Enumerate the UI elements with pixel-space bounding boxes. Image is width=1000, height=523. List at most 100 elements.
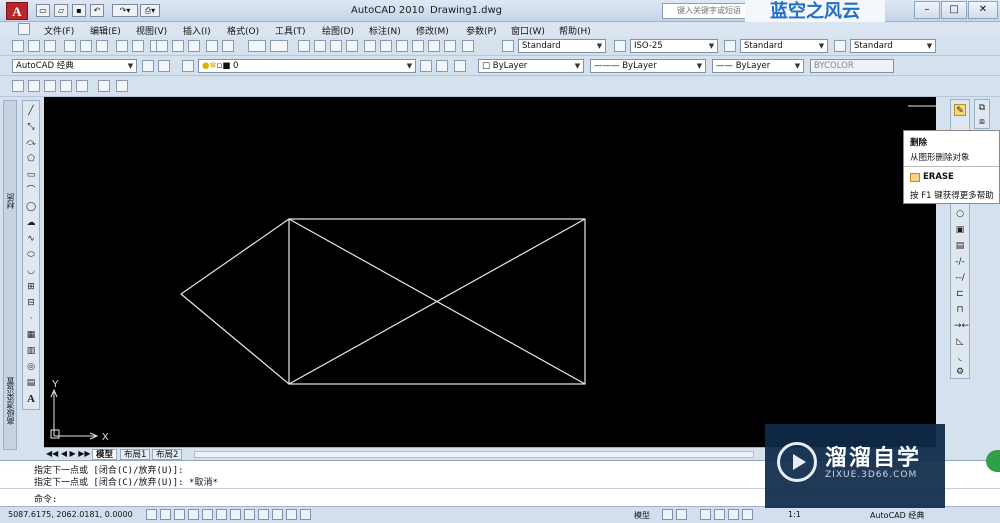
coordinate-readout[interactable]: 5087.6175, 2062.0181, 0.0000 xyxy=(8,510,133,519)
document-icon[interactable] xyxy=(18,23,30,35)
etransmit-icon[interactable] xyxy=(132,40,144,52)
make-current-icon[interactable] xyxy=(420,60,432,72)
ortho-mode-icon[interactable] xyxy=(188,509,199,520)
polar-tracking-icon[interactable] xyxy=(202,509,213,520)
tab-layout1[interactable]: 布局1 xyxy=(120,449,151,460)
render-settings-palette-tab[interactable]: 高级渲染设置 xyxy=(5,377,16,425)
plot-preview-icon[interactable] xyxy=(80,40,92,52)
maximize-button[interactable]: □ xyxy=(941,1,967,19)
copy-icon[interactable] xyxy=(172,40,184,52)
erase-icon[interactable]: ✎ xyxy=(954,104,966,116)
materials-palette-tab[interactable]: 材质 xyxy=(5,193,16,209)
polyline-icon[interactable]: ⤼ xyxy=(25,137,37,149)
horizontal-scrollbar[interactable] xyxy=(194,451,754,458)
save-icon[interactable] xyxy=(44,40,56,52)
lineweight-select[interactable]: —— ByLayer ▼ xyxy=(712,59,804,73)
dim-style-select[interactable]: ISO-25 ▼ xyxy=(630,39,718,53)
infer-constraints-icon[interactable] xyxy=(146,509,157,520)
menu-window[interactable]: 窗口(W) xyxy=(511,24,545,37)
properties-icon[interactable] xyxy=(364,40,376,52)
command-prompt[interactable]: 命令: xyxy=(34,492,57,505)
draw-order-icon[interactable]: ⧉ xyxy=(976,102,988,114)
insert-block-icon[interactable]: ⊞ xyxy=(25,281,37,293)
sheet-set-icon[interactable] xyxy=(412,40,424,52)
tab-model[interactable]: 模型 xyxy=(92,449,118,460)
dynamic-ucs-icon[interactable] xyxy=(258,509,269,520)
table-style-select[interactable]: Standard ▼ xyxy=(740,39,828,53)
stretch-icon[interactable]: ▤ xyxy=(954,240,966,252)
ellipse-arc-icon[interactable]: ◡ xyxy=(25,265,37,277)
color-select[interactable]: □ ByLayer ▼ xyxy=(478,59,584,73)
quick-view-layouts-icon[interactable] xyxy=(662,509,673,520)
circle-icon[interactable]: ◯ xyxy=(25,201,37,213)
hatch-icon[interactable]: ▦ xyxy=(25,329,37,341)
construction-line-icon[interactable]: ⤡ xyxy=(25,121,37,133)
undo-icon[interactable]: ↶ xyxy=(90,4,104,17)
named-views-icon[interactable] xyxy=(12,80,24,92)
zoom-window-icon[interactable] xyxy=(330,40,342,52)
text-style-icon[interactable] xyxy=(502,40,514,52)
drawing-canvas[interactable]: Y X xyxy=(44,97,936,447)
lineweight-toggle-icon[interactable] xyxy=(286,509,297,520)
redo-icon[interactable]: ↷▾ xyxy=(112,4,138,17)
pan-icon[interactable] xyxy=(298,40,310,52)
dim-style-icon[interactable] xyxy=(614,40,626,52)
block-editor-icon[interactable] xyxy=(222,40,234,52)
join-icon[interactable]: →← xyxy=(954,320,969,332)
autocad-logo[interactable]: A xyxy=(6,2,28,20)
break-at-point-icon[interactable]: ⊏ xyxy=(954,288,966,300)
explode-icon[interactable]: ○ xyxy=(954,208,966,220)
arc-icon[interactable]: ⌒ xyxy=(25,185,37,197)
table-icon[interactable]: ▤ xyxy=(25,377,37,389)
object-snap-icon[interactable] xyxy=(216,509,227,520)
explode-block-icon[interactable]: ⚙ xyxy=(954,366,966,378)
plot-icon[interactable] xyxy=(64,40,76,52)
layer-previous-icon[interactable] xyxy=(436,60,448,72)
table-style-icon[interactable] xyxy=(724,40,736,52)
publish-icon[interactable] xyxy=(96,40,108,52)
pan-status-icon[interactable] xyxy=(700,509,711,520)
region-icon[interactable]: ◎ xyxy=(25,361,37,373)
dynamic-input-icon[interactable] xyxy=(272,509,283,520)
menu-help[interactable]: 帮助(H) xyxy=(559,24,591,37)
help-icon[interactable] xyxy=(462,40,474,52)
plot-icon[interactable]: ⎙▾ xyxy=(140,4,160,17)
triangle-tail-lines[interactable] xyxy=(180,218,290,385)
steering-wheel-icon[interactable] xyxy=(728,509,739,520)
bring-front-icon[interactable]: ⧈ xyxy=(976,116,988,128)
showmotion-icon[interactable] xyxy=(742,509,753,520)
break-icon[interactable]: ⊓ xyxy=(954,304,966,316)
menu-modify[interactable]: 修改(M) xyxy=(416,24,449,37)
quickcalc-icon[interactable] xyxy=(444,40,456,52)
match-properties-icon[interactable] xyxy=(206,40,218,52)
tab-layout2[interactable]: 布局2 xyxy=(152,449,183,460)
object-snap-tracking-icon[interactable] xyxy=(244,509,255,520)
redo-icon[interactable] xyxy=(270,40,288,52)
minimize-button[interactable]: – xyxy=(914,1,940,19)
save-icon[interactable]: ▪ xyxy=(72,4,86,17)
multileader-style-select[interactable]: Standard ▼ xyxy=(850,39,936,53)
customize-icon[interactable] xyxy=(158,60,170,72)
menu-format[interactable]: 格式(O) xyxy=(227,24,259,37)
rectangle-icon[interactable]: ▭ xyxy=(25,169,37,181)
cube-view-icon[interactable] xyxy=(98,80,110,92)
spline-icon[interactable]: ∿ xyxy=(25,233,37,245)
open-icon[interactable] xyxy=(28,40,40,52)
fillet-icon[interactable]: ▣ xyxy=(954,224,966,236)
annotation-scale[interactable]: 1:1 xyxy=(788,510,801,519)
layer-select[interactable]: ●✻▫■ 0 ▼ xyxy=(198,59,416,73)
quick-view-drawings-icon[interactable] xyxy=(676,509,687,520)
model-space-label[interactable]: 模型 xyxy=(634,510,650,521)
menu-view[interactable]: 视图(V) xyxy=(136,24,167,37)
menu-file[interactable]: 文件(F) xyxy=(44,24,74,37)
workspace-select[interactable]: AutoCAD 经典 ▼ xyxy=(12,59,137,73)
sw-iso-icon[interactable] xyxy=(76,80,88,92)
workspace-settings-icon[interactable] xyxy=(142,60,154,72)
grid-display-icon[interactable] xyxy=(174,509,185,520)
layer-state-icon[interactable] xyxy=(454,60,466,72)
tab-nav-arrows[interactable]: ◀◀ ◀ ▶ ▶▶ xyxy=(46,449,91,458)
front-view-icon[interactable] xyxy=(44,80,56,92)
revcloud-icon[interactable]: ☁ xyxy=(25,217,37,229)
camera-icon[interactable] xyxy=(116,80,128,92)
quick-properties-icon[interactable] xyxy=(300,509,311,520)
